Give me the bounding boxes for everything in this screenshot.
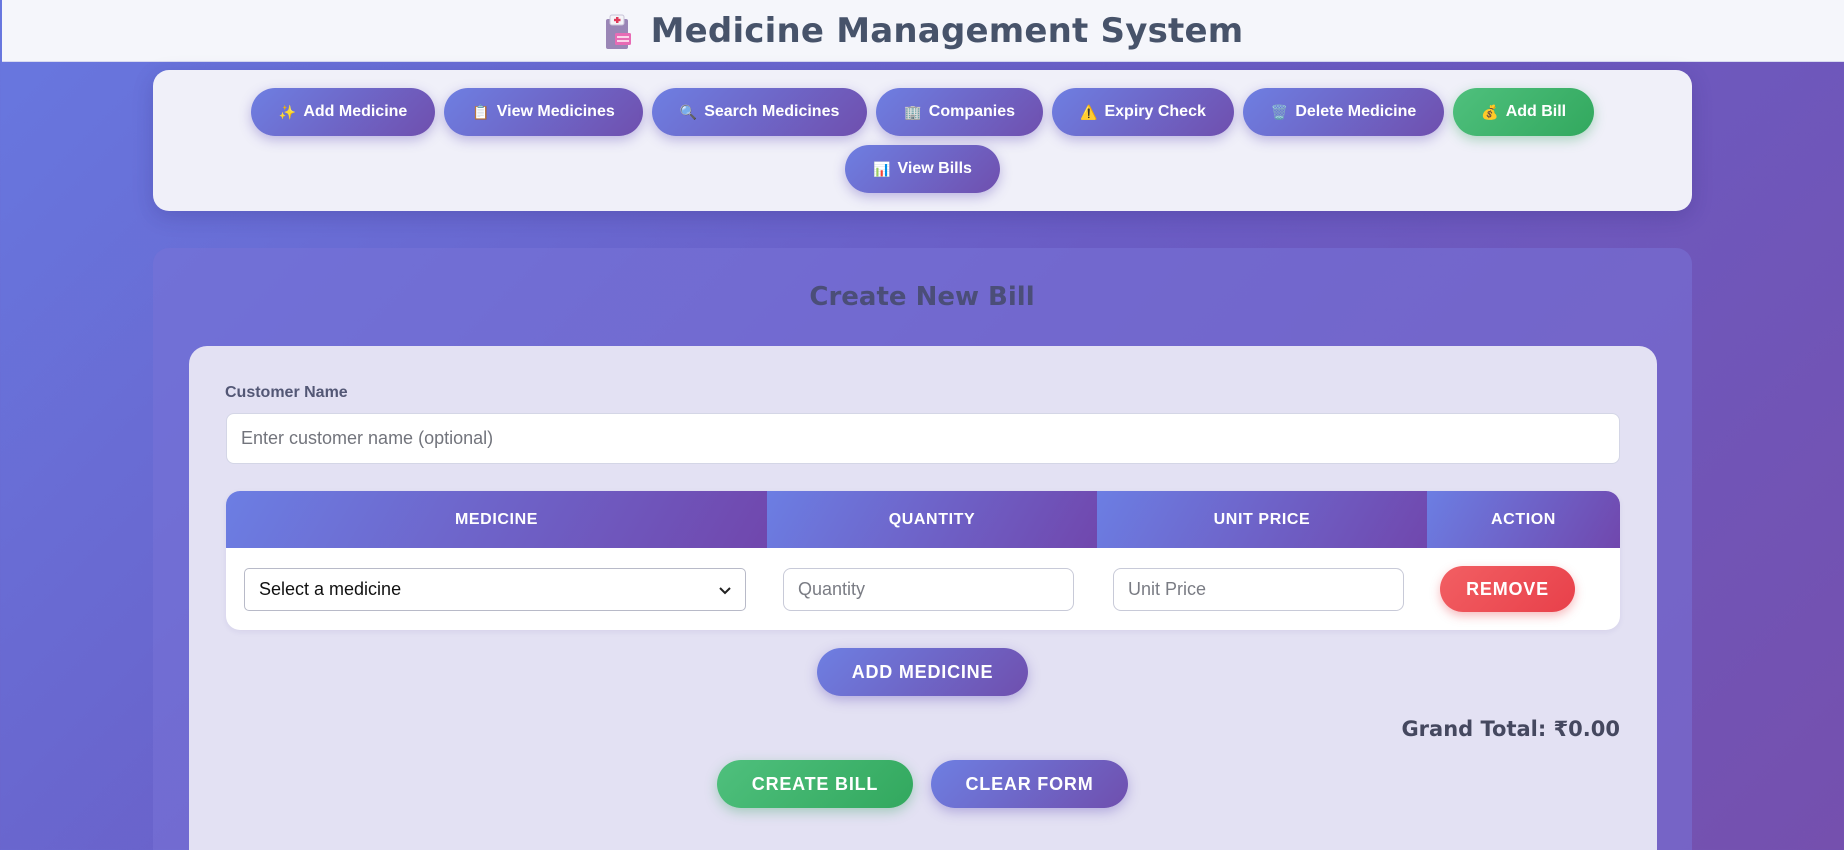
table-row: Select a medicine REMOVE [226,548,1620,630]
clear-form-button[interactable]: CLEAR FORM [931,760,1128,808]
quantity-input[interactable] [783,568,1074,611]
clipboard-icon: 📋 [472,104,490,120]
chevron-down-icon [719,582,731,598]
add-medicine-button[interactable]: ✨ Add Medicine [250,88,436,136]
magnifier-icon: 🔍 [679,104,698,120]
nav-button-label: Add Medicine [303,103,408,120]
column-header-unit-price: UNIT PRICE [1097,491,1427,548]
expiry-check-button[interactable]: ⚠️ Expiry Check [1052,88,1234,136]
bar-chart-icon: 📊 [873,161,891,177]
page-title: Medicine Management System [650,10,1244,51]
customer-name-label: Customer Name [225,384,348,401]
column-header-quantity: QUANTITY [767,491,1097,548]
add-medicine-row-button[interactable]: ADD MEDICINE [817,648,1028,696]
form-heading: Create New Bill [809,282,1035,312]
table-header: MEDICINE QUANTITY UNIT PRICE ACTION [226,491,1620,548]
app-header: Medicine Management System [2,0,1844,62]
grand-total: Grand Total: ₹0.00 [1401,717,1620,741]
column-header-action: ACTION [1427,491,1620,548]
nav-button-label: Search Medicines [704,103,840,120]
nav-button-label: Companies [928,103,1016,120]
nav-row: ✨ Add Medicine 📋 View Medicines 🔍 Search… [153,88,1692,136]
bill-items-table: MEDICINE QUANTITY UNIT PRICE ACTION Sele… [226,491,1620,630]
medicine-select-value: Select a medicine [259,579,402,599]
nav-button-label: Expiry Check [1104,103,1206,120]
nav-button-label: Add Bill [1505,103,1567,120]
remove-row-button[interactable]: REMOVE [1440,566,1575,612]
building-icon: 🏢 [904,104,922,120]
app-title: Medicine Management System [603,11,1244,51]
nav-button-label: Delete Medicine [1295,103,1417,120]
nav-row: 📊 View Bills [153,145,1692,193]
add-bill-button[interactable]: 💰 Add Bill [1453,88,1595,136]
customer-name-input[interactable] [226,413,1620,464]
nav-panel: ✨ Add Medicine 📋 View Medicines 🔍 Search… [153,70,1692,211]
delete-medicine-button[interactable]: 🗑️ Delete Medicine [1242,88,1445,136]
money-bag-icon: 💰 [1481,104,1499,120]
unit-price-input[interactable] [1113,568,1404,611]
view-bills-button[interactable]: 📊 View Bills [845,145,1000,193]
create-bill-button[interactable]: CREATE BILL [717,760,913,808]
hospital-icon [603,13,633,49]
view-medicines-button[interactable]: 📋 View Medicines [444,88,643,136]
sparkle-icon: ✨ [278,104,297,120]
medicine-select[interactable]: Select a medicine [244,568,746,611]
nav-button-label: View Medicines [496,103,615,120]
trash-icon: 🗑️ [1270,104,1289,120]
companies-button[interactable]: 🏢 Companies [876,88,1044,136]
nav-button-label: View Bills [897,160,972,177]
warning-icon: ⚠️ [1080,104,1098,120]
search-medicines-button[interactable]: 🔍 Search Medicines [651,88,868,136]
column-header-medicine: MEDICINE [226,491,767,548]
